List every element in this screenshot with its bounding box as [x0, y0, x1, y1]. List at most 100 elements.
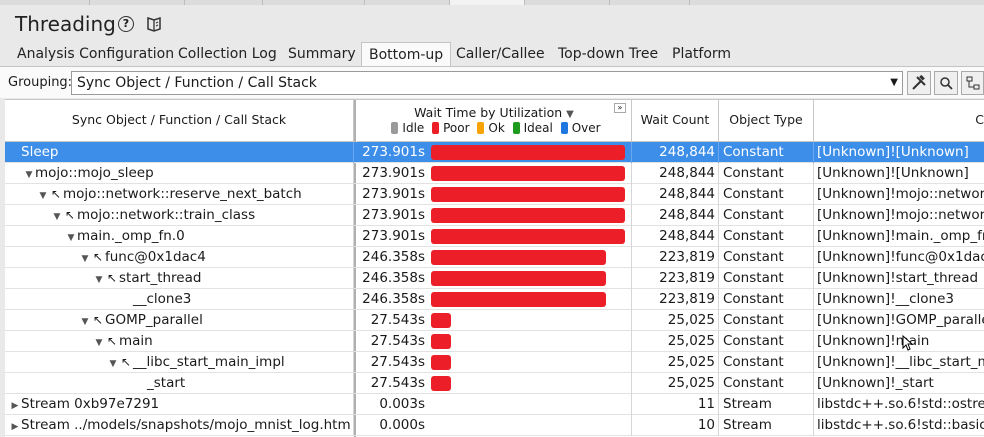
- tab-platform[interactable]: Platform: [672, 42, 731, 66]
- table-row[interactable]: ▶ Stream 0xb97e7291 0.003s 11 Stream libstdc+…: [5, 394, 984, 415]
- object-type-cell: Constant: [719, 373, 814, 394]
- wait-time-bar: [431, 250, 606, 265]
- call-stack-button[interactable]: [961, 71, 984, 95]
- book-icon[interactable]: [145, 15, 163, 33]
- column-header-wait-time[interactable]: Wait Time by Utilization ▼ » Idle Poor O…: [357, 100, 632, 142]
- table-row[interactable]: ▼ ↖ mojo::network::train_class 273.901s 248,…: [5, 205, 984, 226]
- expand-arrow-icon[interactable]: ▶: [9, 417, 21, 436]
- call-stack-cell: ▼ ↖ mojo::network::reserve_next_batch: [5, 184, 354, 205]
- wait-time-cell: 273.901s: [357, 184, 632, 205]
- tab-caller-callee[interactable]: Caller/Callee: [456, 42, 545, 66]
- wait-time-value: 0.000s: [379, 417, 425, 433]
- table-row[interactable]: ▼ ↖ func@0x1dac4 246.358s 223,819 Constant [Un…: [5, 247, 984, 268]
- column-header-call-stack[interactable]: Sync Object / Function / Call Stack: [5, 100, 354, 142]
- call-stack-cell: ▼ ↖ mojo::network::train_class: [5, 205, 354, 226]
- table-row[interactable]: ▼ mojo::mojo_sleep 273.901s 248,844 Constant…: [5, 163, 984, 184]
- collapse-arrow-icon[interactable]: ▼: [93, 333, 105, 352]
- expand-column-icon[interactable]: »: [614, 103, 626, 113]
- call-stack-cell: ▼ ↖ start_thread: [5, 268, 354, 289]
- wait-time-bar: [431, 271, 606, 286]
- expand-arrow-icon[interactable]: ▶: [9, 396, 21, 415]
- search-button[interactable]: [934, 71, 958, 95]
- collapse-arrow-icon[interactable]: ▼: [23, 165, 35, 184]
- legend-label: Ideal: [523, 121, 553, 135]
- wait-time-bar: [431, 355, 451, 370]
- wait-time-value: 273.901s: [362, 207, 425, 223]
- wait-count-cell: 248,844: [632, 142, 719, 163]
- collapse-arrow-icon[interactable]: ▼: [79, 249, 91, 268]
- legend-swatch-ok: [477, 122, 485, 134]
- code-location-cell: [Unknown]!GOMP_paralle: [817, 312, 984, 328]
- hierarchy-icon: [966, 76, 979, 90]
- wait-time-cell: 273.901s: [357, 142, 632, 163]
- tab-collection-log[interactable]: Collection Log: [178, 42, 277, 66]
- object-type-cell: Constant: [719, 205, 814, 226]
- wait-count-cell: 248,844: [632, 163, 719, 184]
- wait-time-bar: [431, 166, 625, 181]
- call-stack-cell: ▼ ↖ __libc_start_main_impl: [5, 352, 354, 373]
- object-type-cell: Constant: [719, 331, 814, 352]
- wait-count-cell: 25,025: [632, 373, 719, 394]
- table-row[interactable]: ▼ ↖ main 27.543s 25,025 Constant [Unknown]!mai…: [5, 331, 984, 352]
- column-header-object-type[interactable]: Object Type: [719, 100, 814, 142]
- call-stack-cell: Sleep: [5, 142, 354, 163]
- column-header-label: Object Type: [729, 112, 803, 127]
- function-name: Stream ../models/snapshots/mojo_mnist_lo…: [21, 417, 353, 433]
- wait-time-value: 0.003s: [379, 396, 425, 412]
- column-header-wait-count[interactable]: Wait Count: [632, 100, 719, 142]
- tools-button[interactable]: [907, 71, 931, 95]
- hammer-wrench-icon: [912, 74, 926, 90]
- tab-summary[interactable]: Summary: [288, 42, 356, 66]
- help-icon[interactable]: ?: [118, 16, 134, 32]
- wait-count-cell: 10: [632, 415, 719, 436]
- table-row[interactable]: ▼ ↖ mojo::network::reserve_next_batch 273.9…: [5, 184, 984, 205]
- wait-count-cell: 248,844: [632, 205, 719, 226]
- collapse-arrow-icon[interactable]: ▼: [37, 186, 49, 205]
- wait-time-cell: 246.358s: [357, 289, 632, 310]
- caller-arrow-icon: ↖: [106, 271, 118, 285]
- wait-time-value: 27.543s: [370, 312, 425, 328]
- caller-arrow-icon: ↖: [106, 334, 118, 348]
- table-row[interactable]: ▼ ↖ __libc_start_main_impl 27.543s 25,025 Con…: [5, 352, 984, 373]
- table-row[interactable]: ▼ ↖ start_thread 246.358s 223,819 Constant [Un…: [5, 268, 984, 289]
- table-row[interactable]: ▼ main._omp_fn.0 273.901s 248,844 Constant [U…: [5, 226, 984, 247]
- collapse-arrow-icon[interactable]: ▼: [65, 228, 77, 247]
- wait-count-cell: 25,025: [632, 331, 719, 352]
- collapse-arrow-icon[interactable]: ▼: [107, 354, 119, 373]
- tab-analysis-configuration[interactable]: Analysis Configuration: [17, 42, 174, 66]
- wait-time-cell: 27.543s: [357, 373, 632, 394]
- legend-swatch-ideal: [512, 122, 520, 134]
- legend-label: Ok: [488, 121, 505, 135]
- table-row[interactable]: ▶ Stream ../models/snapshots/mojo_mnist_l…: [5, 415, 984, 436]
- object-type-cell: Constant: [719, 142, 814, 163]
- collapse-arrow-icon[interactable]: ▼: [51, 207, 63, 226]
- call-stack-cell: ▶ Stream ../models/snapshots/mojo_mnist_l…: [5, 415, 354, 436]
- code-location-cell: [Unknown]![Unknown]: [817, 144, 969, 160]
- column-header-label: C: [975, 112, 984, 127]
- wait-time-cell: 27.543s: [357, 352, 632, 373]
- table-row[interactable]: ▼ ↖ GOMP_parallel 27.543s 25,025 Constant [Unk…: [5, 310, 984, 331]
- table-row[interactable]: _start 27.543s 25,025 Constant [Unknown]!_st…: [5, 373, 984, 394]
- table-row[interactable]: Sleep 273.901s 248,844 Constant [Unknown]![U…: [5, 142, 984, 163]
- call-stack-cell: ▼ ↖ func@0x1dac4: [5, 247, 354, 268]
- wait-time-value: 246.358s: [362, 291, 425, 307]
- wait-time-value: 273.901s: [362, 165, 425, 181]
- wait-time-cell: 0.000s: [357, 415, 632, 436]
- table-row[interactable]: __clone3 246.358s 223,819 Constant [Unknown]…: [5, 289, 984, 310]
- tab-top-down-tree[interactable]: Top-down Tree: [558, 42, 658, 66]
- collapse-arrow-icon[interactable]: ▼: [79, 312, 91, 331]
- utilization-legend: Idle Poor Ok Ideal Over: [357, 121, 631, 135]
- code-location-cell: [Unknown]!start_thread: [817, 270, 979, 286]
- tab-bottom-up[interactable]: Bottom-up: [361, 42, 452, 67]
- grouping-select[interactable]: Sync Object / Function / Call Stack ▼: [71, 71, 903, 95]
- search-icon: [940, 77, 953, 90]
- wait-time-value: 246.358s: [362, 249, 425, 265]
- wait-count-cell: 11: [632, 394, 719, 415]
- object-type-cell: Stream: [719, 394, 814, 415]
- caller-arrow-icon: ↖: [120, 355, 132, 369]
- column-header-code-location[interactable]: C: [814, 100, 984, 142]
- wait-count-cell: 248,844: [632, 226, 719, 247]
- function-name: Stream 0xb97e7291: [21, 396, 160, 412]
- collapse-arrow-icon[interactable]: ▼: [93, 270, 105, 289]
- wait-count-cell: 25,025: [632, 310, 719, 331]
